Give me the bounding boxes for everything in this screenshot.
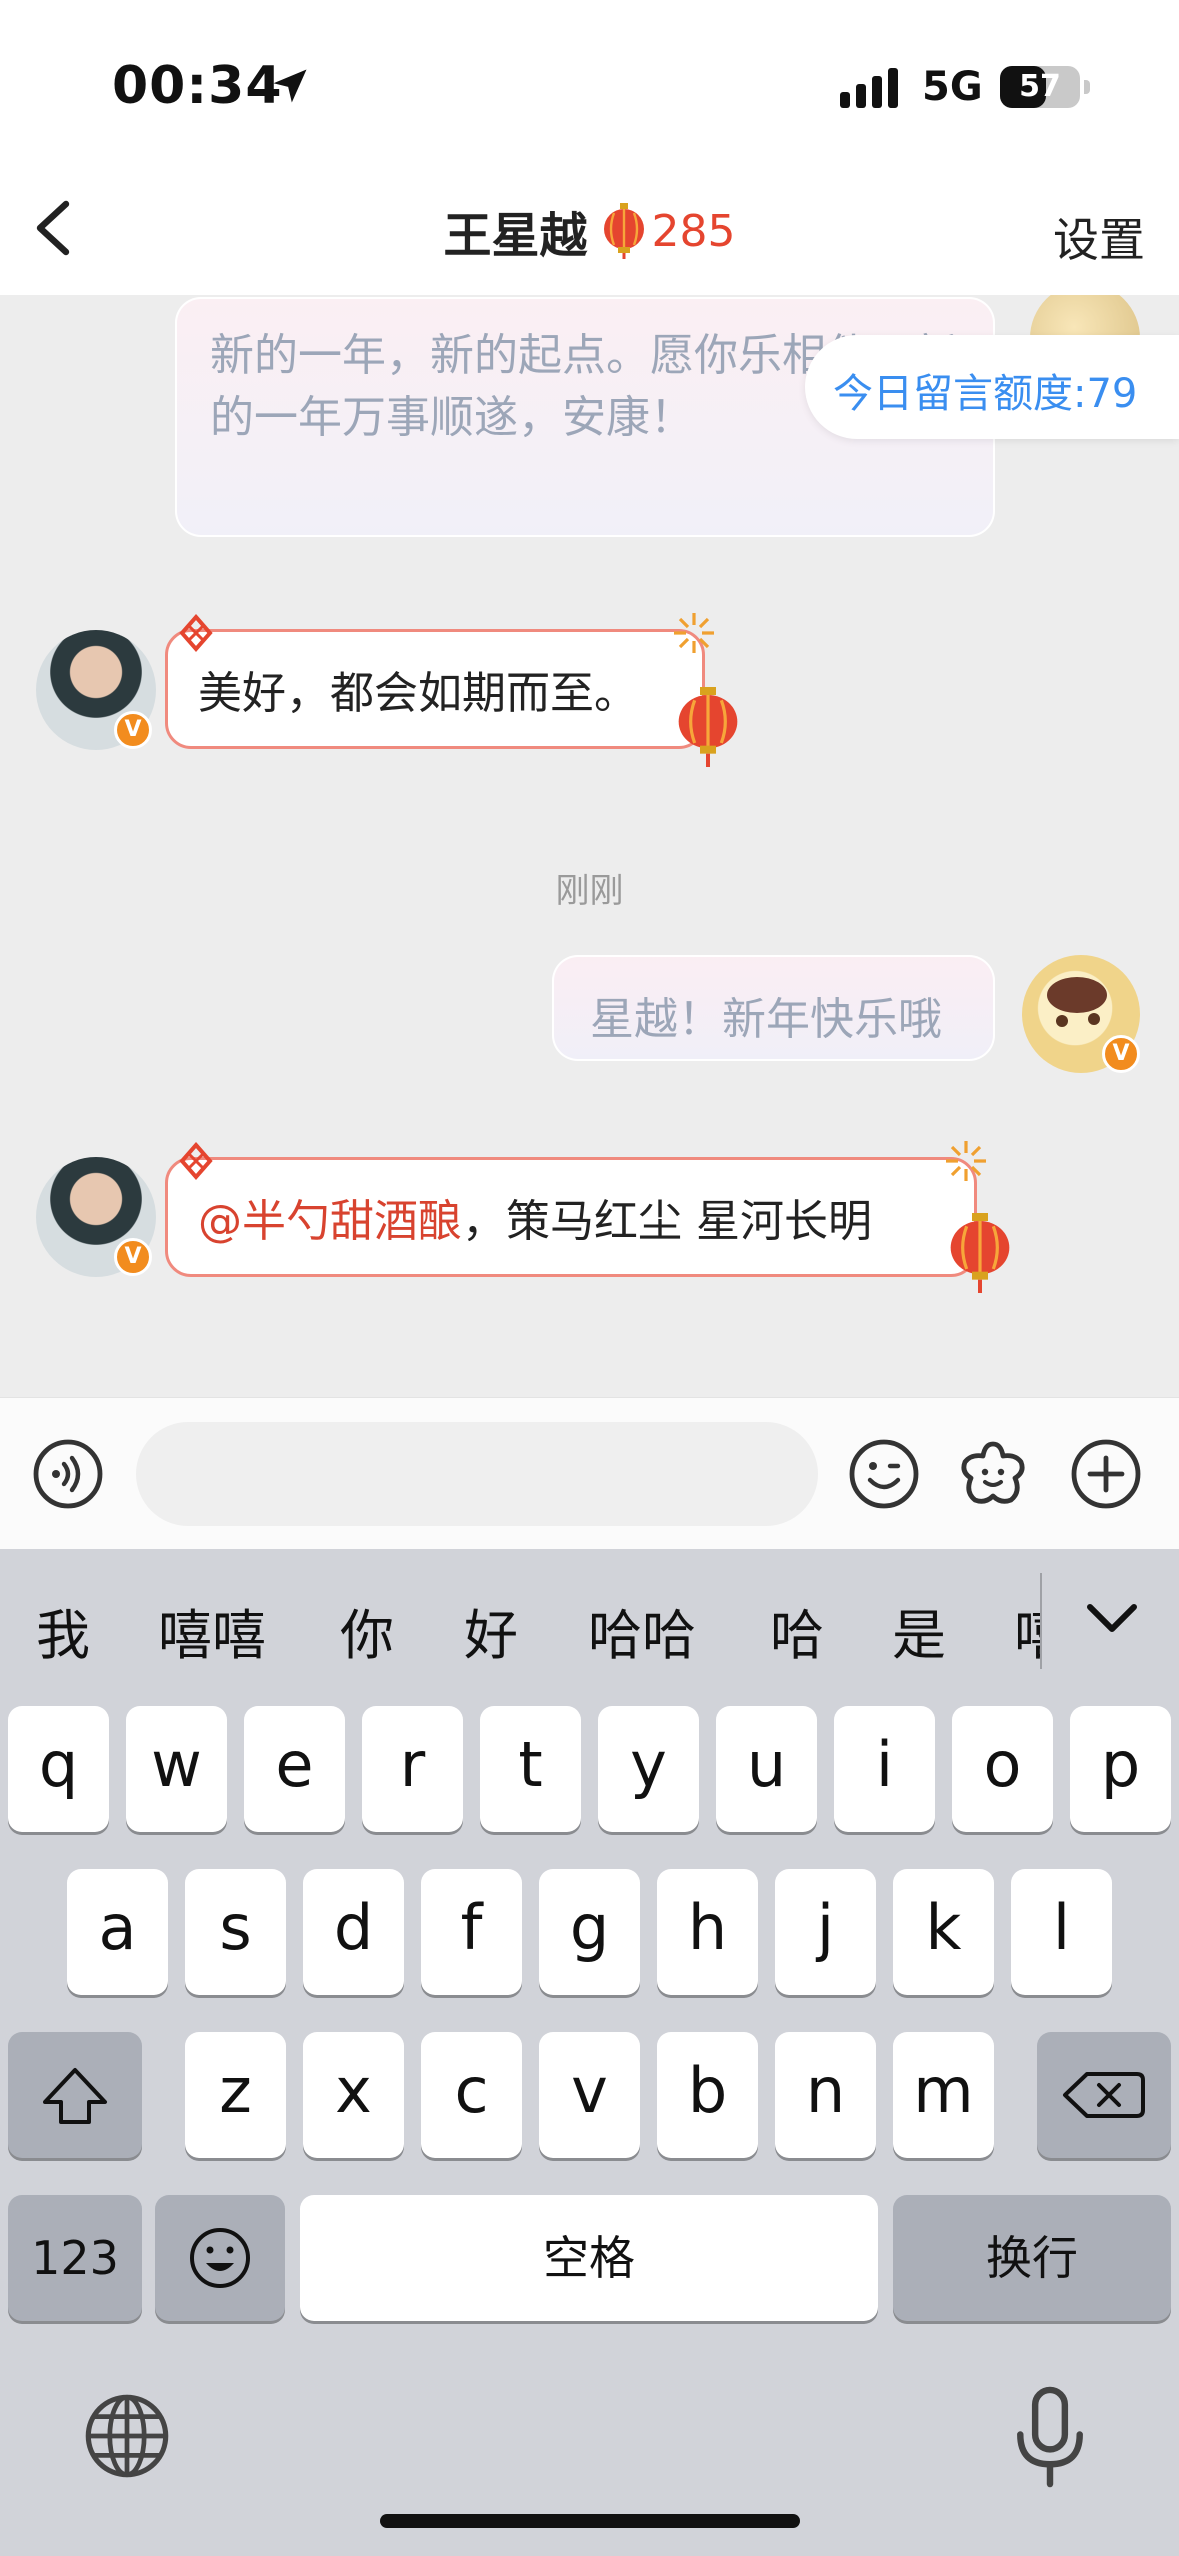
message-input[interactable] <box>136 1422 818 1526</box>
candidate-word[interactable]: 你 <box>340 1591 394 1670</box>
key-v[interactable]: v <box>539 2032 640 2158</box>
verified-badge-icon: V <box>1102 1035 1140 1073</box>
home-indicator <box>380 2514 800 2528</box>
key-o[interactable]: o <box>952 1706 1053 1832</box>
network-type: 5G <box>922 64 983 110</box>
key-c[interactable]: c <box>421 2032 522 2158</box>
key-y[interactable]: y <box>598 1706 699 1832</box>
candidate-word[interactable]: 好 <box>464 1591 518 1670</box>
shift-icon <box>43 2068 107 2124</box>
candidate-word[interactable]: 嘻嘻 <box>158 1591 266 1670</box>
emoji-keyboard-icon <box>190 2228 250 2288</box>
key-l[interactable]: l <box>1011 1869 1112 1995</box>
key-h[interactable]: h <box>657 1869 758 1995</box>
key-w[interactable]: w <box>126 1706 227 1832</box>
status-bar: 00:34 5G 57 <box>0 0 1179 160</box>
sticker-icon[interactable] <box>957 1438 1029 1510</box>
battery-level: 57 <box>1019 69 1061 104</box>
space-key[interactable]: 空格 <box>300 2195 878 2321</box>
lantern-decoration-icon <box>678 687 738 767</box>
key-e[interactable]: e <box>244 1706 345 1832</box>
page-title: 王星越 <box>443 208 588 264</box>
candidate-word[interactable]: 是 <box>892 1591 946 1670</box>
message-text-body: ，策马红尘 星河长明 <box>462 1196 872 1247</box>
candidate-divider <box>1040 1573 1042 1669</box>
quota-text: 今日留言额度:79 <box>833 371 1138 417</box>
chinese-knot-icon <box>179 1141 213 1181</box>
key-d[interactable]: d <box>303 1869 404 1995</box>
mic-icon[interactable] <box>1012 2385 1088 2489</box>
lantern-icon <box>603 203 644 259</box>
firework-icon <box>946 1141 986 1181</box>
chat-area[interactable]: 新的一年，新的起点。愿你乐相伴，新的一年万事顺遂，安康！ 今日留言额度:79 V… <box>0 295 1179 1397</box>
emoji-icon[interactable] <box>848 1438 920 1510</box>
screen: 00:34 5G 57 王星越 285 设置 新的一年，新的起点。愿你乐相伴，新… <box>0 0 1179 2556</box>
key-m[interactable]: m <box>893 2032 994 2158</box>
key-t[interactable]: t <box>480 1706 581 1832</box>
verified-badge-icon: V <box>114 1238 152 1276</box>
battery-icon: 57 <box>1000 66 1080 108</box>
globe-icon[interactable] <box>84 2393 170 2479</box>
candidate-word[interactable]: 嘻 <box>1014 1591 1040 1670</box>
key-s[interactable]: s <box>185 1869 286 1995</box>
delete-icon <box>1063 2072 1145 2118</box>
timestamp: 刚刚 <box>555 871 624 911</box>
voice-icon[interactable] <box>32 1438 104 1510</box>
input-bar <box>0 1397 1179 1549</box>
battery-tip <box>1084 80 1090 94</box>
key-g[interactable]: g <box>539 1869 640 1995</box>
chat-header: 王星越 285 设置 <box>0 160 1179 295</box>
shift-key[interactable] <box>8 2032 142 2158</box>
key-j[interactable]: j <box>775 1869 876 1995</box>
firework-icon <box>674 613 714 653</box>
key-a[interactable]: a <box>67 1869 168 1995</box>
chinese-knot-icon <box>179 613 213 653</box>
settings-button[interactable]: 设置 <box>1053 204 1145 270</box>
verified-badge-icon: V <box>114 711 152 749</box>
message-text: 美好，都会如期而至。 <box>198 668 638 719</box>
key-r[interactable]: r <box>362 1706 463 1832</box>
candidate-bar: 我 嘻嘻 你 好 哈哈 哈 是 嘻 <box>0 1549 1179 1699</box>
key-q[interactable]: q <box>8 1706 109 1832</box>
location-arrow-icon <box>273 69 307 103</box>
key-b[interactable]: b <box>657 2032 758 2158</box>
message-text-sent: 星越！新年快乐哦 <box>590 994 942 1045</box>
key-p[interactable]: p <box>1070 1706 1171 1832</box>
title-group: 王星越 285 <box>0 196 1179 264</box>
key-x[interactable]: x <box>303 2032 404 2158</box>
signal-icon <box>840 68 898 108</box>
quota-badge: 今日留言额度:79 <box>805 335 1179 439</box>
candidate-word[interactable]: 哈 <box>770 1591 824 1670</box>
keyboard: 我 嘻嘻 你 好 哈哈 哈 是 嘻 q w e r t y u i o p a … <box>0 1549 1179 2556</box>
key-u[interactable]: u <box>716 1706 817 1832</box>
key-z[interactable]: z <box>185 2032 286 2158</box>
chevron-down-icon[interactable] <box>1082 1593 1142 1643</box>
candidate-word[interactable]: 哈哈 <box>588 1591 696 1670</box>
message-text: @半勺甜酒酿，策马红尘 星河长明 <box>198 1185 872 1249</box>
lantern-decoration-icon <box>950 1213 1010 1293</box>
emoji-key[interactable] <box>155 2195 285 2321</box>
key-f[interactable]: f <box>421 1869 522 1995</box>
delete-key[interactable] <box>1037 2032 1171 2158</box>
key-k[interactable]: k <box>893 1869 994 1995</box>
plus-icon[interactable] <box>1070 1438 1142 1510</box>
candidate-word[interactable]: 我 <box>36 1591 90 1670</box>
key-i[interactable]: i <box>834 1706 935 1832</box>
status-time: 00:34 <box>112 56 283 116</box>
key-n[interactable]: n <box>775 2032 876 2158</box>
fans-count: 285 <box>651 205 736 257</box>
return-key[interactable]: 换行 <box>893 2195 1171 2321</box>
mention-link[interactable]: @半勺甜酒酿 <box>198 1196 462 1247</box>
numbers-key[interactable]: 123 <box>8 2195 142 2321</box>
